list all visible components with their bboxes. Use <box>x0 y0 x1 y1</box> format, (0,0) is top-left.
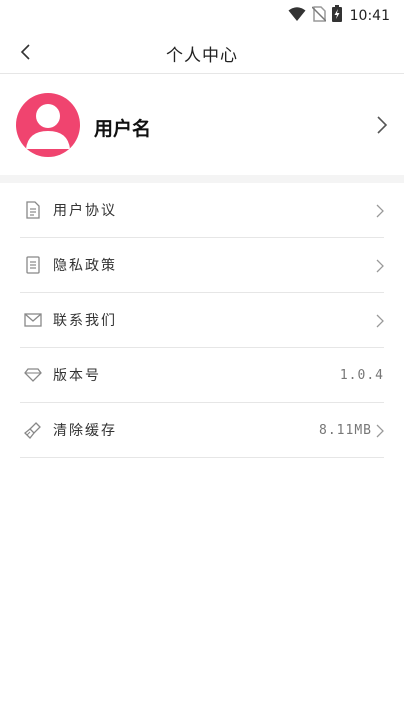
menu-item-right <box>372 238 384 293</box>
menu-item-privacy-policy[interactable]: 隐私政策 <box>20 238 384 293</box>
chevron-right-icon <box>376 424 384 437</box>
wifi-icon <box>288 6 306 26</box>
menu-item-version: 版本号 1.0.4 <box>20 348 384 403</box>
status-time: 10:41 <box>349 7 390 24</box>
no-sim-icon <box>311 5 327 26</box>
status-bar: 10:41 <box>0 0 404 30</box>
status-icons: 10:41 <box>288 5 390 26</box>
chevron-right-icon <box>376 314 384 327</box>
chevron-right-icon <box>376 115 388 139</box>
menu-item-label: 版本号 <box>53 368 101 384</box>
menu-item-right: 1.0.4 <box>340 348 384 403</box>
menu-item-clear-cache[interactable]: 清除缓存 8.11MB <box>20 403 384 458</box>
user-icon <box>26 104 70 149</box>
mail-icon <box>22 309 44 331</box>
version-value: 1.0.4 <box>339 368 384 383</box>
notebook-icon <box>22 254 44 276</box>
menu-item-right <box>372 293 384 348</box>
profile-card[interactable]: 用户名 <box>0 75 404 175</box>
menu-item-contact-us[interactable]: 联系我们 <box>20 293 384 348</box>
page-title: 个人中心 <box>166 46 238 66</box>
menu-item-user-agreement[interactable]: 用户协议 <box>20 183 384 238</box>
avatar[interactable] <box>16 93 80 157</box>
menu-item-label: 联系我们 <box>53 313 117 329</box>
document-icon <box>22 199 44 221</box>
menu-item-label: 清除缓存 <box>53 423 117 439</box>
menu-item-label: 隐私政策 <box>53 258 117 274</box>
cache-size-value: 8.11MB <box>319 423 372 438</box>
chevron-right-icon <box>376 259 384 272</box>
broom-icon <box>22 419 44 441</box>
username: 用户名 <box>94 118 152 140</box>
battery-charging-icon <box>331 5 342 26</box>
chevron-right-icon <box>376 204 384 217</box>
menu-item-label: 用户协议 <box>53 203 117 219</box>
nav-bar: 个人中心 <box>0 30 404 74</box>
menu-item-right: 8.11MB <box>319 403 384 458</box>
menu-item-right <box>372 183 384 238</box>
section-divider <box>0 175 404 183</box>
diamond-icon <box>22 364 44 386</box>
menu-list: 用户协议 隐私政策 联系我们 版本号 1.0.4 清除缓存 8.11MB <box>20 183 384 458</box>
